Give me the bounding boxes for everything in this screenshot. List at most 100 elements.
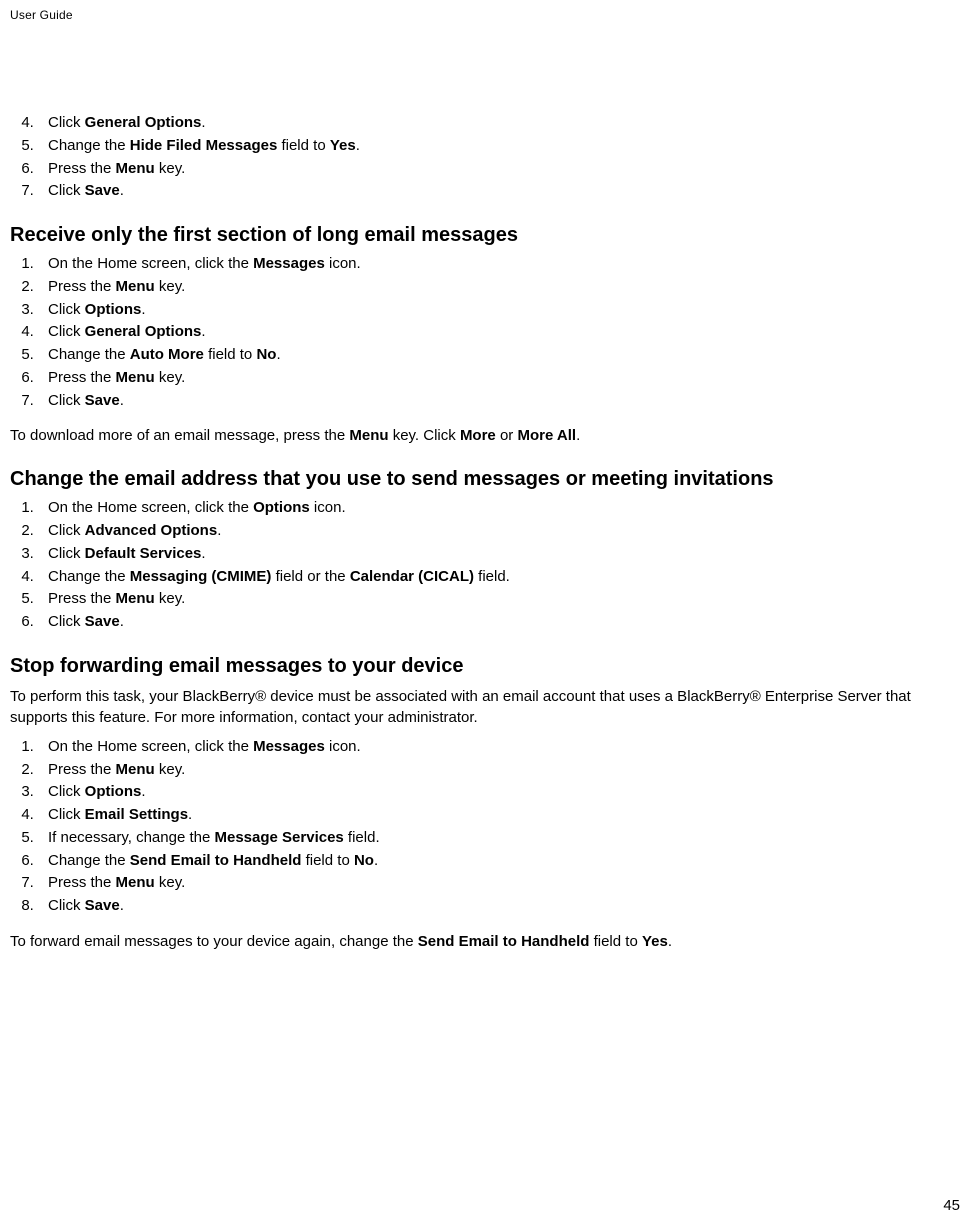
text: field. (344, 829, 380, 846)
step-item: On the Home screen, click the Messages i… (38, 736, 964, 758)
step-item: Click Save. (38, 895, 964, 917)
text: Click (48, 545, 85, 562)
steps-list-d: On the Home screen, click the Messages i… (10, 736, 964, 917)
text: . (120, 182, 124, 199)
text: Press the (48, 278, 116, 295)
bold: Send Email to Handheld (418, 933, 590, 950)
steps-list-b: On the Home screen, click the Messages i… (10, 253, 964, 411)
text: On the Home screen, click the (48, 738, 253, 755)
text: key. (155, 874, 186, 891)
text: To forward email messages to your device… (10, 933, 418, 950)
text: . (120, 897, 124, 914)
text: Change the (48, 346, 130, 363)
text: . (188, 806, 192, 823)
bold: No (256, 346, 276, 363)
text: field or the (271, 568, 349, 585)
step-item: Press the Menu key. (38, 588, 964, 610)
step-item: Click General Options. (38, 112, 964, 134)
heading-receive-first-section: Receive only the first section of long e… (10, 224, 964, 247)
heading-change-email-address: Change the email address that you use to… (10, 468, 964, 491)
text: field to (301, 852, 354, 869)
text: field. (474, 568, 510, 585)
section-d-tail: To forward email messages to your device… (10, 931, 964, 952)
step-item: Click Options. (38, 781, 964, 803)
text: . (141, 783, 145, 800)
text: . (120, 613, 124, 630)
text: Press the (48, 590, 116, 607)
text: If necessary, change the (48, 829, 215, 846)
step-item: If necessary, change the Message Service… (38, 827, 964, 849)
text: Click (48, 806, 85, 823)
text: Click (48, 392, 85, 409)
step-item: Click Save. (38, 180, 964, 202)
page: User Guide Click General Options.Change … (0, 0, 974, 1228)
steps-list-a: Click General Options.Change the Hide Fi… (10, 112, 964, 202)
text: key. (155, 590, 186, 607)
content: Click General Options.Change the Hide Fi… (10, 112, 964, 952)
bold: Auto More (130, 346, 204, 363)
text: icon. (325, 738, 361, 755)
text: field to (204, 346, 257, 363)
bold: Menu (116, 160, 155, 177)
bold: Options (85, 301, 142, 318)
text: key. Click (389, 427, 460, 444)
text: Change the (48, 137, 130, 154)
text: . (201, 545, 205, 562)
text: key. (155, 369, 186, 386)
bold: Menu (116, 761, 155, 778)
step-item: Press the Menu key. (38, 158, 964, 180)
text: On the Home screen, click the (48, 499, 253, 516)
text: field to (277, 137, 330, 154)
text: Click (48, 783, 85, 800)
step-item: Press the Menu key. (38, 759, 964, 781)
text: key. (155, 160, 186, 177)
bold: Message Services (215, 829, 344, 846)
text: Click (48, 897, 85, 914)
text: . (201, 114, 205, 131)
text: key. (155, 278, 186, 295)
bold: Save (85, 897, 120, 914)
page-number: 45 (943, 1197, 960, 1214)
step-item: Click Advanced Options. (38, 520, 964, 542)
text: . (217, 522, 221, 539)
section-d-intro: To perform this task, your BlackBerry® d… (10, 686, 964, 728)
step-item: Click Save. (38, 611, 964, 633)
step-item: Click Default Services. (38, 543, 964, 565)
bold: Options (253, 499, 310, 516)
bold: General Options (85, 114, 202, 131)
step-item: Change the Hide Filed Messages field to … (38, 135, 964, 157)
step-item: Click Save. (38, 390, 964, 412)
bold: Advanced Options (85, 522, 218, 539)
bold: Yes (330, 137, 356, 154)
text: On the Home screen, click the (48, 255, 253, 272)
bold: Email Settings (85, 806, 188, 823)
bold: Save (85, 613, 120, 630)
text: Press the (48, 160, 116, 177)
text: or (496, 427, 518, 444)
step-item: Click Email Settings. (38, 804, 964, 826)
text: key. (155, 761, 186, 778)
text: icon. (310, 499, 346, 516)
step-item: Change the Send Email to Handheld field … (38, 850, 964, 872)
bold: Messages (253, 738, 325, 755)
text: . (374, 852, 378, 869)
text: Click (48, 182, 85, 199)
text: . (120, 392, 124, 409)
step-item: On the Home screen, click the Options ic… (38, 497, 964, 519)
text: . (141, 301, 145, 318)
text: Click (48, 323, 85, 340)
text: To download more of an email message, pr… (10, 427, 349, 444)
step-item: Press the Menu key. (38, 276, 964, 298)
bold: Menu (116, 874, 155, 891)
bold: More (460, 427, 496, 444)
bold: Menu (116, 278, 155, 295)
text: Click (48, 114, 85, 131)
bold: Default Services (85, 545, 202, 562)
text: Press the (48, 761, 116, 778)
bold: Save (85, 182, 120, 199)
bold: Yes (642, 933, 668, 950)
text: field to (589, 933, 642, 950)
text: . (276, 346, 280, 363)
bold: Save (85, 392, 120, 409)
bold: General Options (85, 323, 202, 340)
